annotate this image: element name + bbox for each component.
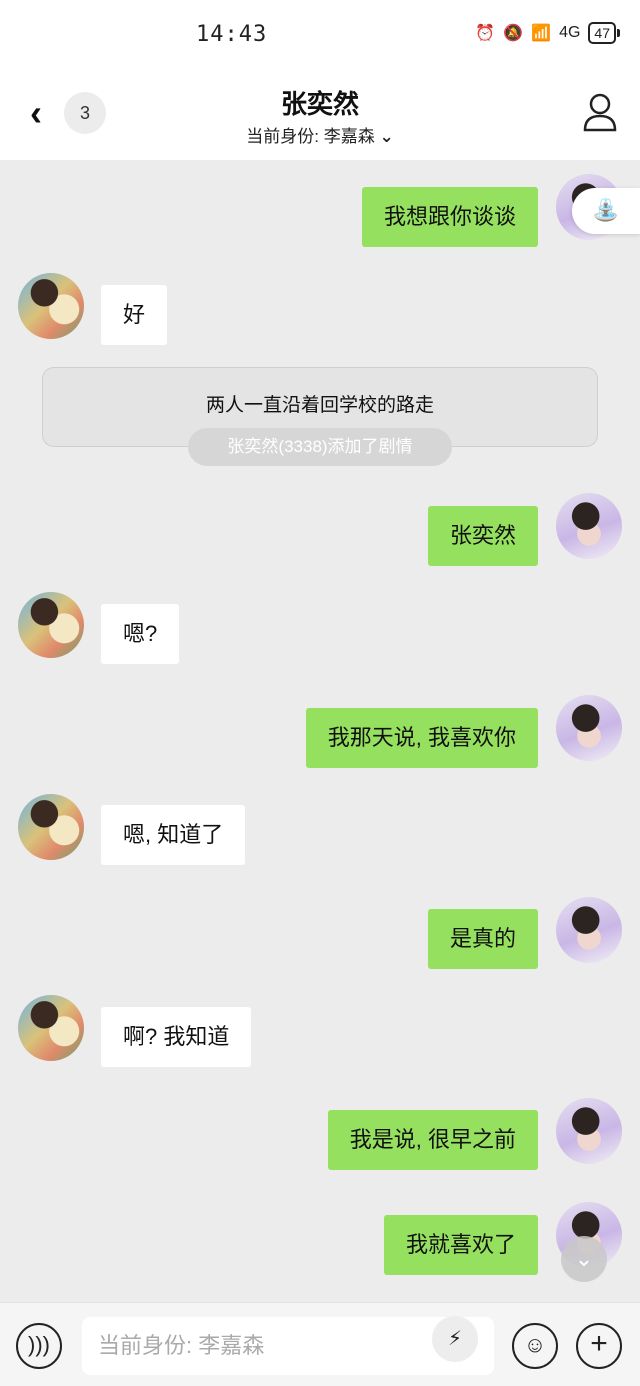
wifi-icon: 📶	[531, 25, 552, 42]
contact-avatar[interactable]	[18, 592, 84, 658]
contact-avatar[interactable]	[18, 273, 84, 339]
message-bubble-out[interactable]: 是真的	[427, 909, 538, 969]
lightning-bulb-icon[interactable]: ⚡	[432, 1316, 478, 1362]
battery-icon: 47	[588, 22, 620, 44]
self-avatar[interactable]	[556, 1098, 622, 1164]
chat-title: 张奕然	[280, 89, 359, 119]
chat-header: ‹ 3 张奕然 当前身份: 李嘉森 ⌄	[0, 70, 640, 160]
chevron-down-icon[interactable]: ⌄	[561, 1236, 607, 1282]
message-bubble-out[interactable]: 我想跟你谈谈	[361, 187, 538, 247]
plot-added-notice: 张奕然(3338)添加了剧情	[188, 428, 452, 466]
emoji-icon[interactable]: ☺	[512, 1323, 558, 1369]
message-bubble-out[interactable]: 我那天说, 我喜欢你	[305, 708, 538, 768]
contact-avatar[interactable]	[18, 794, 84, 860]
message-bubble-out[interactable]: 我是说, 很早之前	[327, 1110, 538, 1170]
plus-icon[interactable]: +	[576, 1323, 622, 1369]
message-bubble-in[interactable]: 啊? 我知道	[101, 1007, 252, 1067]
message-bubble-in[interactable]: 嗯?	[101, 604, 180, 664]
message-bubble-in[interactable]: 嗯, 知道了	[101, 805, 246, 865]
self-avatar[interactable]	[556, 897, 622, 963]
person-icon[interactable]	[582, 92, 618, 132]
identity-selector[interactable]: 当前身份: 李嘉森 ⌄	[0, 122, 640, 147]
self-avatar[interactable]	[556, 695, 622, 761]
message-list[interactable]: 我想跟你谈谈 ⛲ 好 两人一直沿着回学校的路走 张奕然(3338)添加了剧情 张…	[0, 160, 640, 1302]
fountain-icon: ⛲	[592, 197, 620, 222]
status-bar: 14:43 ⏰ 🔕 📶 4G 47	[0, 0, 640, 70]
message-bubble-out[interactable]: 我就喜欢了	[383, 1215, 538, 1275]
mute-icon: 🔕	[503, 25, 524, 42]
identity-label: 当前身份: 李嘉森	[246, 127, 375, 146]
message-bubble-in[interactable]: 好	[101, 285, 168, 345]
signal-label: 4G	[559, 24, 581, 41]
input-bar: ))) ☺ +	[0, 1302, 640, 1386]
message-bubble-out[interactable]: 张奕然	[427, 506, 538, 566]
status-icons: ⏰ 🔕 📶 4G 47	[475, 22, 620, 44]
status-time: 14:43	[196, 22, 268, 47]
self-avatar[interactable]	[556, 493, 622, 559]
floating-widget[interactable]: ⛲	[572, 188, 640, 234]
chevron-down-icon: ⌄	[379, 127, 394, 146]
contact-avatar[interactable]	[18, 995, 84, 1061]
voice-icon[interactable]: )))	[16, 1323, 62, 1369]
alarm-icon: ⏰	[475, 25, 496, 42]
